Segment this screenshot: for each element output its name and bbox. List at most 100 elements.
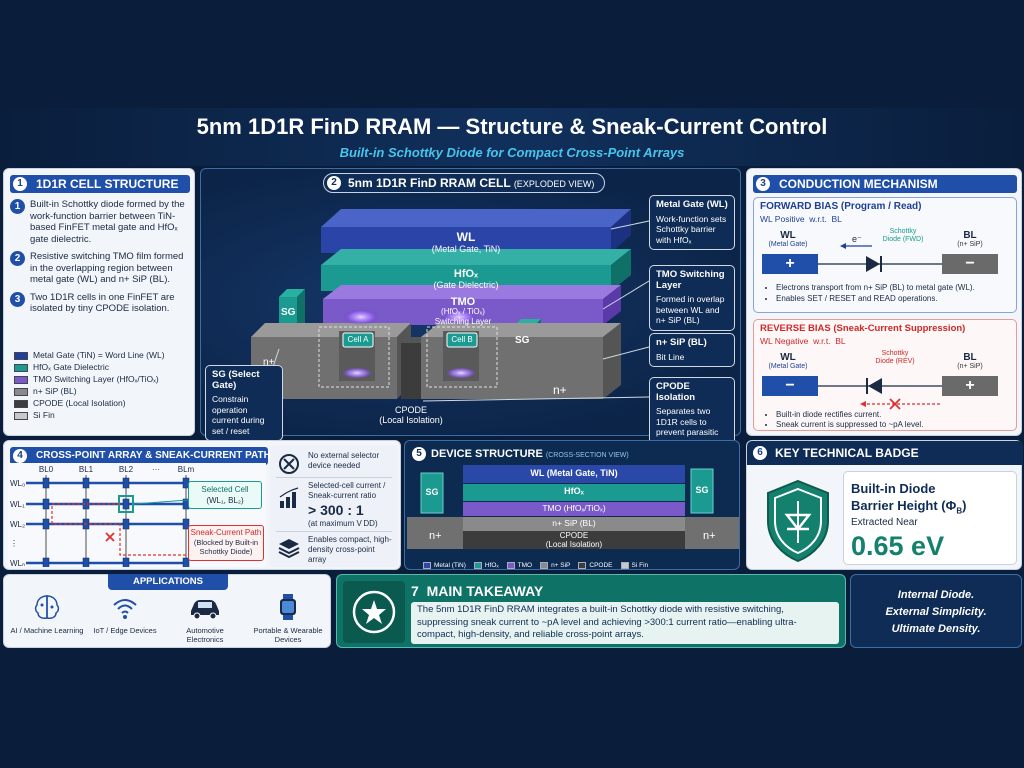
structure-list: 1 Built-in Schottky diode formed by the …	[10, 199, 188, 315]
diode-symbol	[866, 256, 880, 272]
wl-slab-top	[321, 209, 631, 227]
legend-swatch	[14, 411, 28, 420]
callout-text: Constrain operation current during set /…	[212, 394, 265, 436]
panel-tagline: Internal Diode. External Simplicity. Ult…	[850, 574, 1022, 648]
hfox-layer-label: HfOₓ	[564, 486, 584, 496]
selected-cell-box: Selected Cell (WL₁, BL₂)	[188, 481, 262, 509]
array-cell	[42, 477, 50, 489]
bar-chart-icon	[279, 487, 299, 508]
panel-6-header: 6 KEY TECHNICAL BADGE	[747, 441, 1023, 465]
applications-title: APPLICATIONS	[108, 574, 228, 590]
callout-text: Formed in overlap between WL and n+ SiP …	[656, 294, 725, 325]
forward-bias-box: FORWARD BIAS (Program / Read) WL Positiv…	[753, 197, 1017, 313]
forward-bullets: Electrons transport from n+ SiP (BL) to …	[768, 282, 1014, 304]
cross-section-legend: Metal (TiN) HfOₓ TMO n+ SiP CPODE Si Fin	[423, 554, 656, 572]
panel-number: 6	[753, 446, 767, 460]
legend-label: CPODE	[589, 562, 613, 569]
bl-label: BL1	[79, 465, 94, 474]
feature-text: No external selector device needed	[308, 451, 380, 470]
array-cell	[122, 518, 130, 530]
panel-number: 3	[756, 177, 770, 191]
legend-swatch	[506, 561, 515, 569]
bl-label: ···	[152, 465, 160, 474]
ratio-value: > 300 : 1	[308, 502, 364, 518]
wl-label: WL₀	[10, 479, 25, 488]
cell-b-label: Cell B	[451, 335, 473, 344]
wifi-icon	[113, 599, 137, 619]
title-banner: 5nm 1D1R FinD RRAM — Structure & Sneak-C…	[0, 108, 1024, 166]
callout-tmo: TMO Switching Layer Formed in overlap be…	[649, 265, 735, 331]
panel-key-badge: 6 KEY TECHNICAL BADGE Built-in Diode Bar…	[746, 440, 1023, 570]
n-plus-left: n+	[429, 530, 442, 542]
sg-label-left: SG	[425, 487, 439, 497]
extracted-label: Extracted Near	[851, 517, 918, 528]
legend-label: TMO	[517, 562, 533, 569]
wl-subtitle: (Metal Gate, TiN)	[431, 244, 501, 254]
badge-line-1: Built-in Diode	[851, 481, 936, 496]
legend-label: TMO Switching Layer (HfOₓ/TiOₓ)	[33, 374, 159, 384]
array-cell	[42, 518, 50, 530]
sg-label-right: SG	[515, 335, 530, 346]
layers-icon	[278, 539, 300, 559]
hfox-title: HfOₓ	[453, 268, 479, 280]
panel-number: 1	[13, 177, 27, 191]
brain-icon	[34, 595, 60, 619]
app-label: AI / Machine Learning	[10, 626, 84, 635]
barrier-value: 0.65 eV	[851, 531, 945, 561]
fwd-diode-label: Schottky Diode (FWD)	[882, 228, 924, 243]
panel-title: CROSS-POINT ARRAY & SNEAK-CURRENT PATH	[36, 450, 271, 461]
tmo-layer-label: TMO (HfOₓ/TiOₓ)	[542, 503, 606, 513]
callout-metal-gate: Metal Gate (WL) Work-function sets Schot…	[649, 195, 735, 250]
tagline-line: Ultimate Density.	[891, 623, 981, 635]
legend-label: n+ SiP	[551, 562, 571, 569]
legend-swatch	[14, 363, 28, 372]
sg-label-right: SG	[695, 485, 709, 495]
wl-layer-label: WL (Metal Gate, TiN)	[530, 468, 618, 478]
no-selector-icon	[279, 454, 299, 474]
app-item: Portable & Wearable Devices	[248, 593, 328, 644]
array-feature-column: No external selector device needed Selec…	[270, 445, 398, 567]
legend-label: Metal Gate (TiN) = Word Line (WL)	[33, 350, 165, 360]
legend-swatch	[423, 561, 431, 569]
reverse-bullets: Built-in diode rectifies current. Sneak …	[768, 410, 1014, 430]
nsip-layer-label: n+ SiP (BL)	[552, 518, 596, 528]
electron-label: e⁻	[852, 234, 862, 244]
legend-item: CPODE (Local Isolation)	[14, 397, 165, 409]
legend-item: Si Fin	[14, 409, 165, 421]
cell-a-label: Cell A	[347, 335, 369, 344]
bl-label: BLm	[178, 465, 195, 474]
sneak-path-box: Sneak-Current Path (Blocked by Built-in …	[188, 525, 264, 561]
array-cell	[122, 557, 130, 567]
legend-item: CPODE	[578, 561, 613, 569]
array-cell	[42, 498, 50, 510]
bullet-text: Enables SET / RESET and READ operations.	[776, 293, 1014, 304]
callout-text: Bit Line	[656, 351, 685, 362]
structure-item: 2 Resistive switching TMO film formed in…	[10, 251, 188, 286]
callout-title: TMO Switching Layer	[656, 269, 725, 291]
feature-text: Enables compact, high-density cross-poin…	[308, 535, 392, 564]
panel-title: CONDUCTION MECHANISM	[779, 177, 938, 191]
legend-label: Si Fin	[33, 410, 55, 420]
item-number: 1	[10, 199, 25, 214]
array-cell	[82, 557, 90, 567]
app-item: Automotive Electronics	[168, 593, 242, 644]
legend-label: n+ SiP (BL)	[33, 386, 77, 396]
takeaway-text: The 5nm 1D1R FinD RRAM integrates a buil…	[417, 604, 797, 640]
star-icon	[352, 590, 396, 634]
legend-item: n+ SiP	[540, 561, 571, 569]
cpode-layer-label: CPODE (Local Isolation)	[463, 531, 685, 549]
panel-conduction: 3 CONDUCTION MECHANISM FORWARD BIAS (Pro…	[746, 168, 1022, 436]
callout-title: Metal Gate (WL)	[656, 199, 728, 210]
material-legend: Metal Gate (TiN) = Word Line (WL) HfOₓ Ga…	[14, 349, 165, 421]
watch-icon	[280, 594, 296, 620]
legend-label: CPODE (Local Isolation)	[33, 398, 126, 408]
panel-exploded-view: 2 5nm 1D1R FinD RRAM CELL (EXPLODED VIEW…	[200, 168, 741, 453]
legend-item: n+ SiP (BL)	[14, 385, 165, 397]
legend-swatch	[14, 399, 28, 408]
reverse-bias-box: REVERSE BIAS (Sneak-Current Suppression)…	[753, 319, 1017, 431]
page-title: 5nm 1D1R FinD RRAM — Structure & Sneak-C…	[196, 114, 828, 139]
star-badge	[343, 581, 405, 643]
panel-device-structure: 5 DEVICE STRUCTURE (CROSS-SECTION VIEW) …	[404, 440, 740, 570]
array-cell	[122, 498, 130, 510]
bullet-text: Built-in diode rectifies current.	[776, 410, 1014, 420]
